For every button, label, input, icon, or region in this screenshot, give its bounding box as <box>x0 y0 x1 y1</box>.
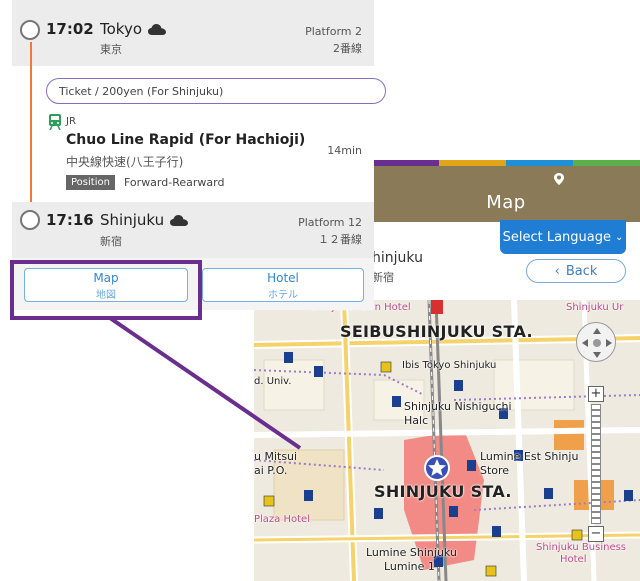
train-line-name-jp: 中央線快速(八王子行) <box>66 155 184 169</box>
train-company: JR <box>66 116 76 127</box>
origin-name-wrap: Tokyo <box>100 20 166 38</box>
map-button-highlight <box>10 260 202 320</box>
train-line-name: Chuo Line Rapid (For Hachioji) <box>66 132 306 148</box>
origin-name: Tokyo <box>100 20 142 38</box>
cloud-icon <box>148 23 166 35</box>
stop-circle-icon <box>20 210 40 230</box>
origin-platform: Platform 2 <box>305 25 362 38</box>
position-value: Forward-Rearward <box>124 176 225 189</box>
cloud-icon <box>170 214 189 226</box>
origin-stop[interactable]: 17:02 Tokyo 東京 Platform 2 2番線 <box>12 0 374 66</box>
route-line <box>30 42 32 212</box>
destination-stop[interactable]: 17:16 Shinjuku 新宿 Platform 12 １２番線 <box>12 202 374 258</box>
origin-platform-jp: 2番線 <box>333 42 362 55</box>
train-icon <box>49 114 61 130</box>
origin-name-jp: 東京 <box>100 43 122 56</box>
travel-duration: 14min <box>327 144 362 157</box>
position-badge: Position <box>66 175 115 190</box>
route-segment: Ticket / 200yen (For Shinjuku) JR Chuo L… <box>12 66 386 202</box>
hotel-button-label-jp: ホテル <box>268 290 298 301</box>
destination-name: Shinjuku <box>100 211 165 229</box>
destination-time: 17:16 <box>46 211 94 229</box>
ticket-fare[interactable]: Ticket / 200yen (For Shinjuku) <box>46 78 386 104</box>
stop-circle-icon <box>20 20 40 40</box>
origin-time: 17:02 <box>46 20 94 38</box>
destination-name-wrap: Shinjuku <box>100 211 189 229</box>
destination-platform-jp: １２番線 <box>318 233 362 246</box>
destination-platform: Platform 12 <box>298 216 362 229</box>
destination-name-jp: 新宿 <box>100 235 122 248</box>
hotel-button[interactable]: Hotel ホテル <box>202 268 364 302</box>
hotel-button-label: Hotel <box>267 271 299 285</box>
